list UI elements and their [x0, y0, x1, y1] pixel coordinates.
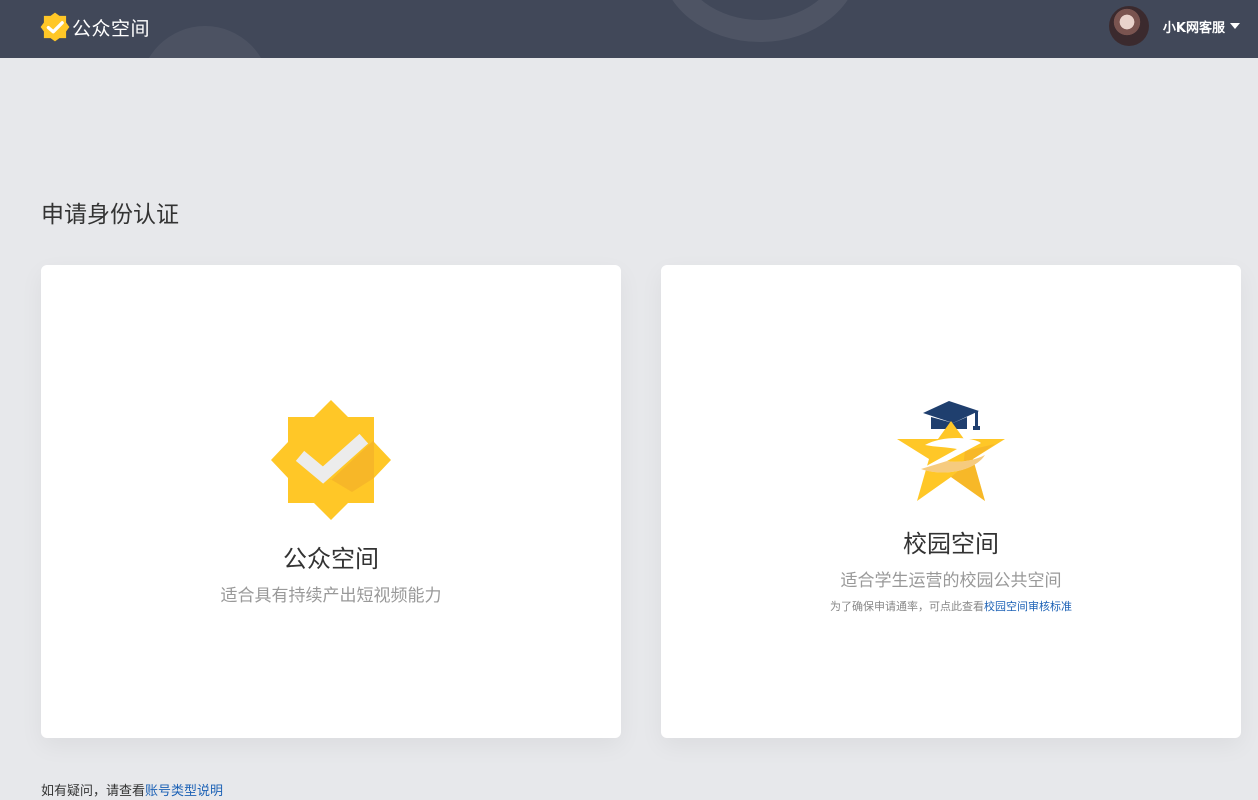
- header-decoration: [140, 26, 270, 58]
- chevron-down-icon[interactable]: [1230, 23, 1240, 29]
- public-space-card[interactable]: 公众空间 适合具有持续产出短视频能力: [41, 265, 621, 738]
- card-title: 公众空间: [283, 545, 379, 573]
- card-description: 适合具有持续产出短视频能力: [220, 586, 442, 606]
- header-decoration: [660, 0, 860, 42]
- user-name[interactable]: 小K网客服: [1163, 17, 1225, 36]
- verified-badge-icon: [271, 400, 391, 520]
- account-type-link[interactable]: 账号类型说明: [145, 784, 223, 799]
- card-title: 校园空间: [903, 530, 999, 558]
- verified-badge-icon: [40, 12, 70, 42]
- avatar[interactable]: [1108, 6, 1149, 46]
- campus-space-card[interactable]: 校园空间 适合学生运营的校园公共空间 为了确保申请通率，可点此查看校园空间审核标…: [661, 265, 1241, 738]
- help-text: 如有疑问，请查看: [41, 784, 146, 799]
- page-title: 申请身份认证: [41, 202, 179, 228]
- user-menu[interactable]: 小K网客服: [1108, 6, 1240, 46]
- help-note: 如有疑问，请查看账号类型说明: [41, 780, 223, 799]
- card-description: 适合学生运营的校园公共空间: [840, 571, 1062, 591]
- top-bar: 公众空间 小K网客服: [0, 0, 1258, 58]
- campus-star-icon: [897, 401, 1005, 501]
- logo-text: 公众空间: [72, 17, 151, 40]
- note-text: 为了确保申请通率，可点此查看: [830, 600, 984, 613]
- review-standard-note: 为了确保申请通率，可点此查看校园空间审核标准: [661, 598, 1241, 614]
- logo[interactable]: 公众空间: [40, 11, 150, 43]
- review-standard-link[interactable]: 校园空间审核标准: [984, 600, 1072, 613]
